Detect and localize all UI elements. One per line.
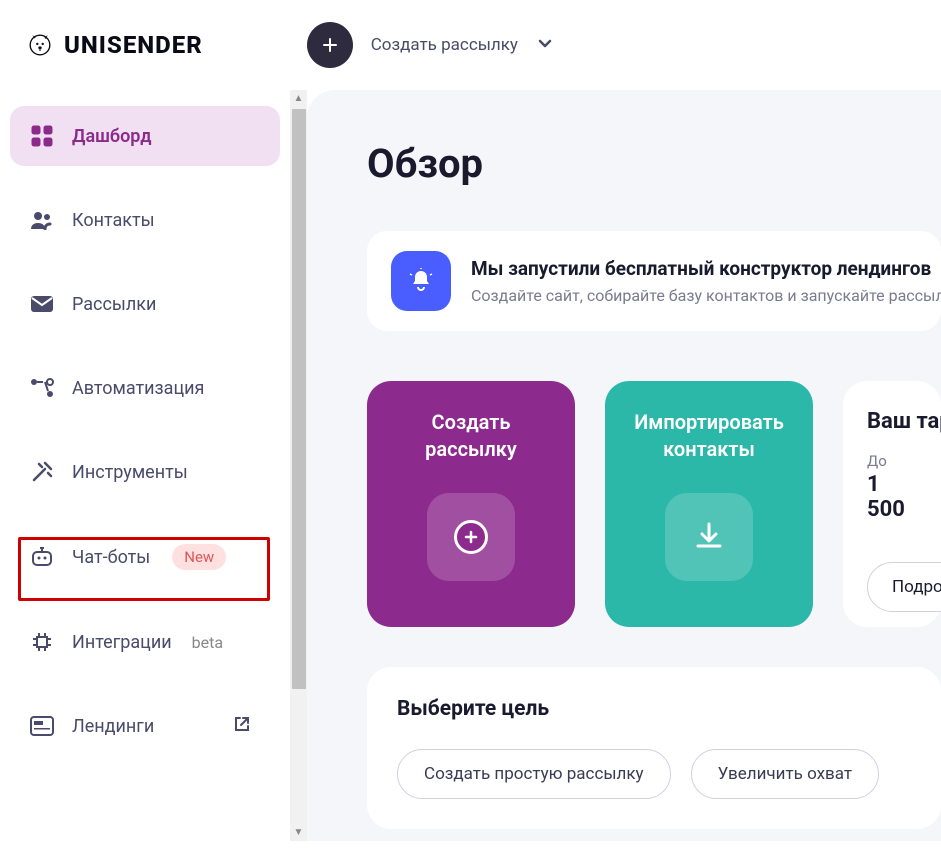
sidebar-item-tools[interactable]: Инструменты — [10, 442, 280, 502]
create-campaign-label: Создать рассылку — [371, 35, 518, 55]
banner-subtitle: Создайте сайт, собирайте базу контактов … — [471, 286, 917, 305]
goal-chip-simple-campaign[interactable]: Создать простую рассылку — [397, 749, 671, 799]
sidebar-item-automation[interactable]: Автоматизация — [10, 358, 280, 418]
goals-title: Выберите цель — [397, 697, 911, 721]
tariff-value: 1 500 — [867, 472, 917, 522]
chatbots-icon — [30, 545, 54, 569]
sidebar-item-label: Чат-боты — [72, 547, 150, 568]
external-link-icon — [234, 716, 250, 737]
chevron-down-icon — [536, 34, 554, 56]
sidebar-item-label: Лендинги — [72, 716, 154, 737]
scroll-down-arrow-icon[interactable]: ▼ — [290, 824, 307, 841]
sidebar-item-contacts[interactable]: Контакты — [10, 190, 280, 250]
contacts-icon — [30, 208, 54, 232]
download-icon — [665, 493, 753, 581]
header: UNISENDER Создать рассылку — [0, 0, 941, 90]
tools-icon — [30, 460, 54, 484]
logo-wordmark: UNISENDER — [64, 31, 203, 59]
tariff-title: Ваш тариф — [867, 409, 917, 434]
bell-icon — [391, 251, 451, 311]
sidebar-item-label: Контакты — [72, 210, 155, 231]
sidebar-item-label: Автоматизация — [72, 378, 204, 399]
scroll-up-arrow-icon[interactable]: ▲ — [290, 90, 307, 107]
logo-icon — [28, 33, 52, 57]
tariff-details-button[interactable]: Подробнее — [867, 562, 941, 612]
badge-beta: beta — [192, 633, 223, 652]
integrations-icon — [30, 630, 54, 654]
sidebar-scrollbar[interactable]: ▲ ▼ — [290, 90, 307, 841]
create-campaign-card[interactable]: Создать рассылку — [367, 381, 575, 627]
sidebar-item-label: Рассылки — [72, 294, 156, 315]
tariff-card: Ваш тариф До 1 500 Подробнее — [843, 381, 941, 627]
create-campaign-button[interactable]: Создать рассылку — [307, 22, 554, 68]
sidebar-item-dashboard[interactable]: Дашборд — [10, 106, 280, 166]
sidebar-item-integrations[interactable]: Интеграции beta — [10, 612, 280, 672]
sidebar-item-landings[interactable]: Лендинги — [10, 696, 280, 756]
logo[interactable]: UNISENDER — [28, 31, 203, 59]
goals-block: Выберите цель Создать простую рассылку У… — [367, 667, 941, 829]
scroll-thumb[interactable] — [292, 109, 306, 689]
landings-icon — [30, 714, 54, 738]
plus-circle-icon — [427, 493, 515, 581]
sidebar-item-chatbots[interactable]: Чат-боты New — [10, 526, 280, 588]
announcement-banner[interactable]: Мы запустили бесплатный конструктор ленд… — [367, 231, 941, 331]
card-title: Создать рассылку — [387, 409, 555, 463]
goal-chip-increase-reach[interactable]: Увеличить охват — [691, 749, 879, 799]
badge-new: New — [172, 544, 226, 570]
sidebar-item-label: Дашборд — [72, 126, 152, 147]
sidebar-item-mailings[interactable]: Рассылки — [10, 274, 280, 334]
plus-icon — [307, 22, 353, 68]
banner-title: Мы запустили бесплатный конструктор ленд… — [471, 257, 917, 280]
tariff-until-label: До — [867, 452, 917, 470]
action-cards-row: Создать рассылку Импортировать контакты … — [367, 381, 941, 627]
automation-icon — [30, 376, 54, 400]
sidebar-item-label: Инструменты — [72, 462, 188, 483]
mailings-icon — [30, 292, 54, 316]
sidebar: Дашборд Контакты Рассылки Автоматизация — [0, 90, 290, 841]
dashboard-icon — [30, 124, 54, 148]
sidebar-item-label: Интеграции — [72, 632, 172, 653]
import-contacts-card[interactable]: Импортировать контакты — [605, 381, 813, 627]
page-title: Обзор — [367, 140, 941, 187]
card-title: Импортировать контакты — [625, 409, 793, 463]
main-content: Обзор Мы запустили бесплатный конструкто… — [307, 90, 941, 841]
